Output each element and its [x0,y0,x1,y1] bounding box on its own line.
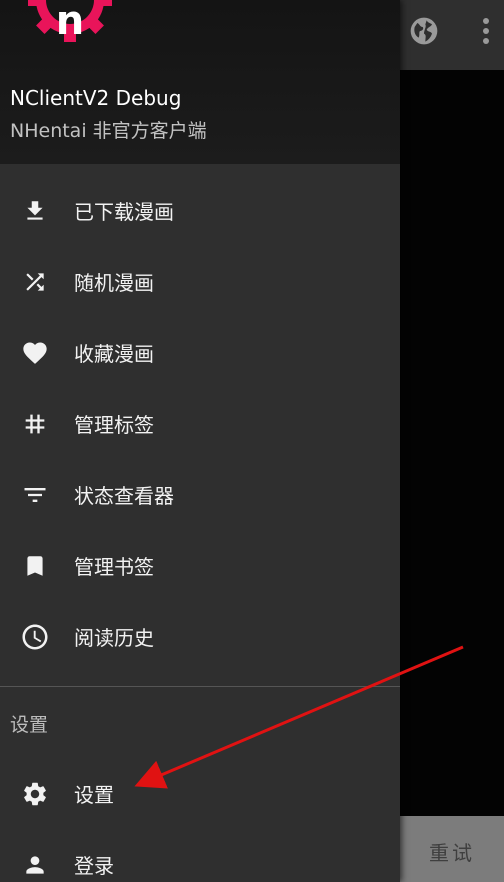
menu-item-bookmarks[interactable]: 管理书签 [0,530,400,601]
menu-item-login[interactable]: 登录 [0,829,400,882]
menu-item-status-viewer[interactable]: 状态查看器 [0,459,400,530]
bookmark-icon [20,551,50,581]
language-button[interactable] [405,12,443,50]
shuffle-icon [20,267,50,297]
drawer-menu-main: 已下载漫画 随机漫画 收藏漫画 管理标签 状态查看器 管理书签 阅读历史 [0,175,400,672]
menu-item-downloaded[interactable]: 已下载漫画 [0,175,400,246]
download-icon [20,196,50,226]
menu-item-settings[interactable]: 设置 [0,758,400,829]
svg-text:n: n [56,0,84,42]
clock-icon [20,622,50,652]
menu-item-label: 管理书签 [74,555,154,579]
hashtag-icon [20,409,50,439]
menu-item-label: 设置 [74,783,114,807]
navigation-drawer: n NClientV2 Debug NHentai 非官方客户端 已下载漫画 随… [0,0,400,882]
menu-item-label: 已下载漫画 [74,200,174,224]
menu-divider [0,686,400,687]
person-icon [20,850,50,880]
menu-item-label: 收藏漫画 [74,342,154,366]
menu-item-favorites[interactable]: 收藏漫画 [0,317,400,388]
retry-button[interactable]: 重试 [400,816,504,882]
more-options-button[interactable] [472,12,500,50]
menu-item-label: 阅读历史 [74,626,154,650]
app-screen: 重试 n NClientV2 Debug NHentai 非官方客户端 已下载漫… [0,0,504,882]
app-name: NClientV2 Debug [10,86,182,110]
menu-item-label: 管理标签 [74,413,154,437]
drawer-menu-settings: 设置 登录 [0,758,400,882]
gear-icon [20,779,50,809]
menu-item-random[interactable]: 随机漫画 [0,246,400,317]
globe-icon [410,17,438,45]
app-logo: n [28,0,112,42]
menu-item-manage-tags[interactable]: 管理标签 [0,388,400,459]
app-subtitle: NHentai 非官方客户端 [10,120,207,142]
more-vert-icon [483,18,489,44]
drawer-header: n NClientV2 Debug NHentai 非官方客户端 [0,0,400,164]
filter-icon [20,480,50,510]
menu-item-label: 登录 [74,854,114,878]
settings-section-title: 设置 [10,714,49,736]
menu-item-label: 随机漫画 [74,271,154,295]
menu-item-label: 状态查看器 [74,484,174,508]
heart-icon [20,338,50,368]
menu-item-history[interactable]: 阅读历史 [0,601,400,672]
